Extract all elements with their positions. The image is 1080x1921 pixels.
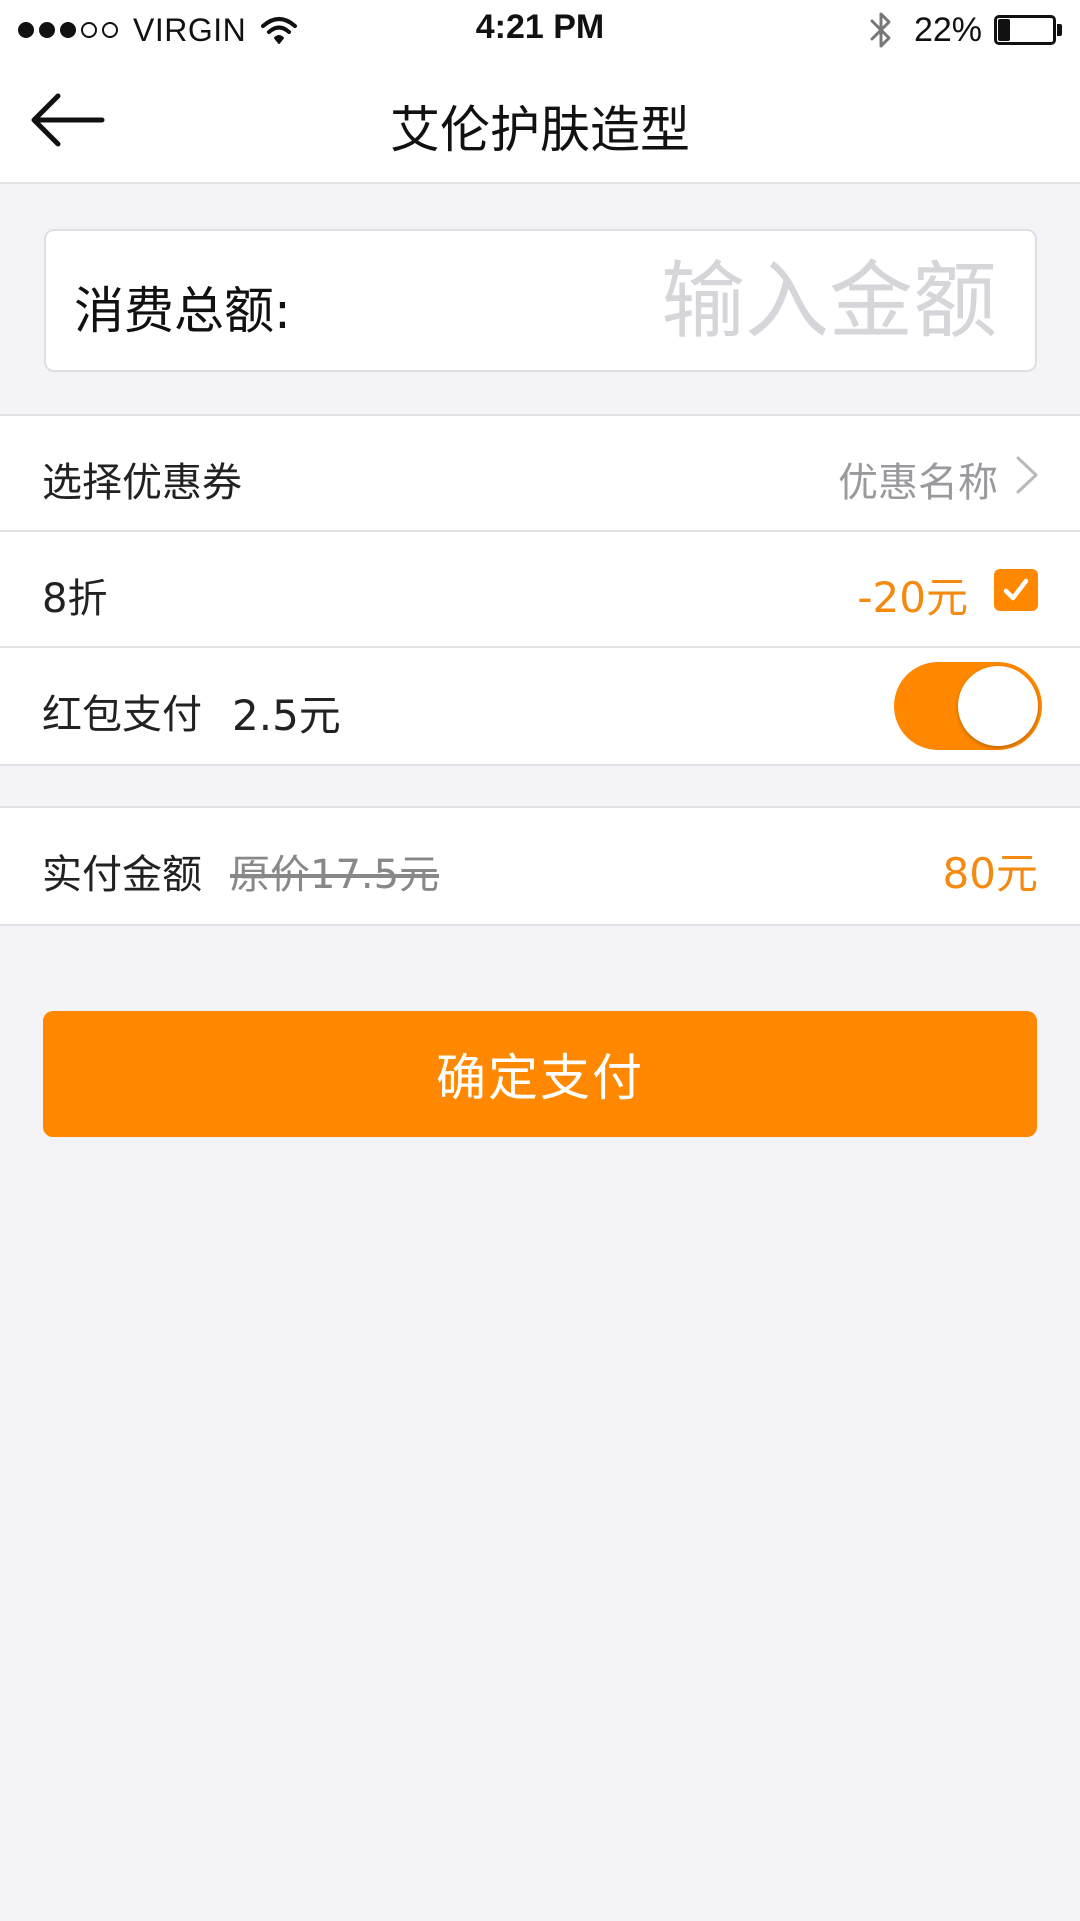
- red-packet-toggle[interactable]: [894, 662, 1042, 750]
- red-packet-label: 红包支付: [42, 692, 202, 738]
- amount-input-card: 消费总额:: [44, 229, 1037, 372]
- battery-percent: 22%: [913, 10, 982, 49]
- battery-icon: [994, 15, 1062, 45]
- status-bar: VIRGIN 4:21 PM 22%: [0, 0, 1080, 60]
- original-price: 原价17.5元: [230, 852, 440, 898]
- amount-label: 消费总额:: [74, 282, 291, 340]
- discount-checkbox[interactable]: [994, 569, 1038, 611]
- checkmark-icon: [1003, 578, 1029, 601]
- chevron-right-icon: [1016, 456, 1038, 494]
- battery-tip: [1057, 24, 1062, 36]
- coupon-row[interactable]: 选择优惠券 优惠名称: [0, 416, 1080, 532]
- battery-level-fill: [998, 19, 1010, 41]
- total-amount: 80元: [942, 849, 1038, 898]
- discount-amount: -20元: [857, 573, 968, 622]
- page-title: 艾伦护肤造型: [390, 101, 690, 159]
- total-row: 实付金额 原价17.5元 80元: [0, 808, 1080, 924]
- discount-label: 8折: [42, 576, 108, 622]
- coupon-label: 选择优惠券: [42, 460, 242, 506]
- navigation-bar: 艾伦护肤造型: [0, 60, 1080, 184]
- total-label: 实付金额: [42, 852, 202, 898]
- amount-input[interactable]: [397, 253, 997, 349]
- red-packet-row: 红包支付 2.5元: [0, 648, 1080, 764]
- bluetooth-icon: [870, 12, 891, 48]
- confirm-payment-button[interactable]: 确定支付: [43, 1011, 1037, 1137]
- red-packet-amount: 2.5元: [232, 691, 341, 740]
- coupon-value: 优惠名称: [838, 460, 998, 506]
- payment-options-group: 选择优惠券 优惠名称 8折 -20元 红包支付 2.5元: [0, 414, 1080, 766]
- status-right: 22%: [868, 10, 1062, 50]
- discount-row: 8折 -20元: [0, 532, 1080, 648]
- toggle-knob: [958, 666, 1038, 746]
- summary-group: 实付金额 原价17.5元 80元: [0, 806, 1080, 926]
